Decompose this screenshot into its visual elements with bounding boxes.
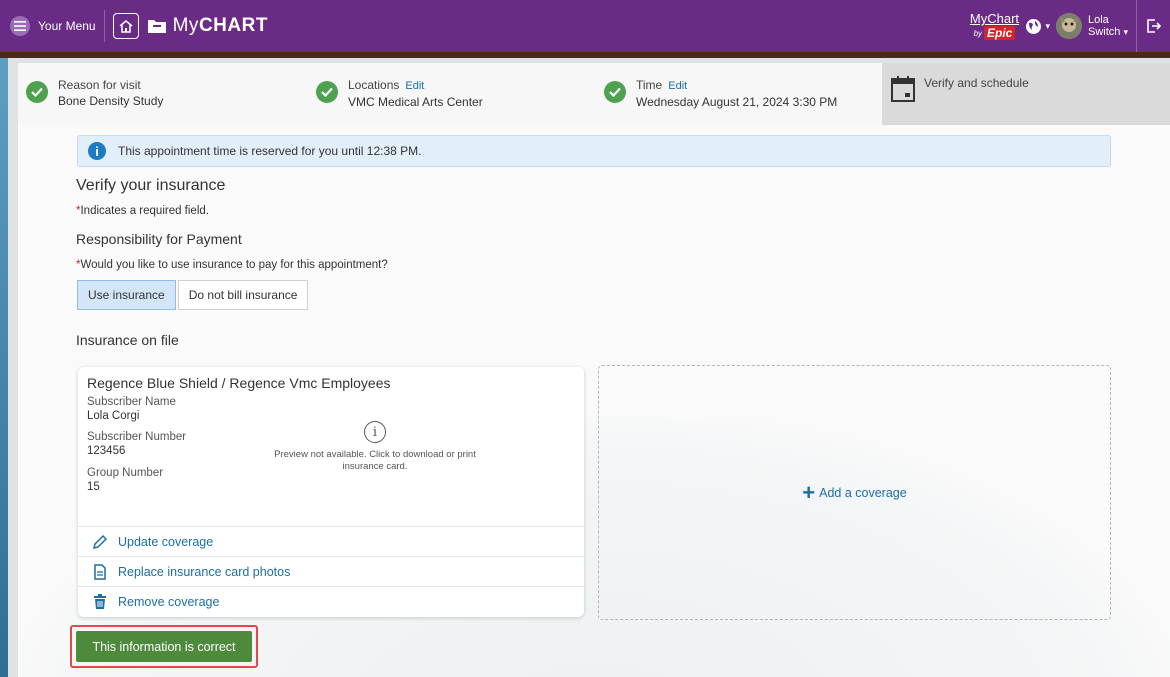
info-icon: i — [88, 142, 106, 160]
home-button[interactable] — [112, 13, 139, 39]
do-not-bill-insurance-button[interactable]: Do not bill insurance — [177, 280, 309, 310]
calendar-icon — [891, 76, 915, 102]
information-correct-button[interactable]: This information is correct — [76, 631, 252, 662]
reservation-text: This appointment time is reserved for yo… — [118, 144, 422, 158]
user-first-line: Lola — [1088, 14, 1109, 26]
checkmark-icon — [26, 81, 48, 103]
step-locations[interactable]: Locations Edit VMC Medical Arts Center — [306, 63, 594, 125]
responsibility-heading: Responsibility for Payment — [76, 231, 242, 247]
edit-locations-link[interactable]: Edit — [405, 80, 424, 92]
epic-logo-top: MyChart — [969, 11, 1020, 26]
subscriber-name-value: Lola Corgi — [87, 410, 140, 422]
required-note: *Indicates a required field. — [76, 205, 209, 217]
user-switch-button[interactable]: Lola Switch ▾ — [1056, 13, 1128, 39]
step-reason-for-visit[interactable]: Reason for visit Bone Density Study — [18, 63, 306, 125]
insurance-on-file-heading: Insurance on file — [76, 332, 179, 348]
replace-card-photos-label: Replace insurance card photos — [118, 564, 291, 579]
add-coverage-area[interactable]: + Add a coverage — [598, 365, 1111, 620]
step-value: Wednesday August 21, 2024 3:30 PM — [636, 95, 838, 109]
insurance-choice: Use insurance Do not bill insurance — [77, 280, 309, 310]
step-time[interactable]: Time Edit Wednesday August 21, 2024 3:30 … — [594, 63, 882, 125]
update-coverage-label: Update coverage — [118, 534, 214, 549]
subscriber-number-value: 123456 — [87, 445, 126, 457]
edit-time-link[interactable]: Edit — [668, 80, 687, 92]
trash-icon — [94, 593, 106, 609]
step-label: Time — [636, 78, 663, 92]
remove-coverage-link[interactable]: Remove coverage — [78, 586, 584, 616]
mychart-logo[interactable]: My CHART — [147, 15, 268, 37]
your-menu-button[interactable]: Your Menu — [6, 10, 105, 42]
group-number-label: Group Number — [87, 467, 164, 479]
header-divider — [0, 52, 1170, 58]
subscriber-number-label: Subscriber Number — [87, 431, 187, 443]
confirm-highlight: This information is correct — [70, 625, 258, 668]
logo-prefix: My — [172, 15, 199, 36]
replace-card-photos-link[interactable]: Replace insurance card photos — [78, 556, 584, 586]
step-label: Reason for visit — [58, 78, 141, 92]
pencil-icon — [92, 534, 108, 549]
logo-suffix: CHART — [198, 15, 268, 36]
hamburger-icon — [10, 16, 30, 36]
preview-text: Preview not available. Click to download… — [274, 449, 476, 472]
group-number-value: 15 — [87, 481, 100, 493]
globe-icon — [1026, 18, 1042, 34]
info-outline-icon: i — [364, 421, 386, 443]
page-title: Verify your insurance — [76, 177, 226, 194]
chevron-down-icon: ▾ — [1045, 20, 1050, 31]
mychart-by-epic-logo: MyChart by Epic — [969, 8, 1020, 44]
checkmark-icon — [604, 81, 626, 103]
top-navigation-bar: Your Menu My CHART MyChart by Epic ▾ Lola… — [0, 0, 1170, 52]
checkmark-icon — [316, 81, 338, 103]
use-insurance-button[interactable]: Use insurance — [77, 280, 176, 310]
chevron-down-icon: ▾ — [1123, 27, 1128, 37]
user-second-line: Switch ▾ — [1088, 26, 1128, 38]
card-preview[interactable]: i Preview not available. Click to downlo… — [260, 421, 490, 473]
step-label: Verify and schedule — [924, 76, 1029, 90]
left-decoration — [0, 58, 8, 677]
reservation-banner: i This appointment time is reserved for … — [77, 135, 1111, 167]
epic-logo-by: by — [973, 28, 983, 38]
plus-icon: + — [802, 479, 816, 505]
step-verify-and-schedule: Verify and schedule — [882, 63, 1170, 125]
step-value: VMC Medical Arts Center — [348, 95, 483, 109]
logout-icon — [1146, 19, 1161, 33]
your-menu-label: Your Menu — [38, 19, 96, 33]
home-icon — [119, 19, 133, 33]
step-value: Bone Density Study — [58, 94, 164, 108]
insurance-question: *Would you like to use insurance to pay … — [76, 259, 388, 271]
main-content: i This appointment time is reserved for … — [18, 125, 1170, 677]
insurance-plan-name: Regence Blue Shield / Regence Vmc Employ… — [87, 375, 391, 391]
document-icon — [94, 563, 106, 580]
logout-button[interactable] — [1136, 0, 1170, 52]
remove-coverage-label: Remove coverage — [118, 594, 220, 609]
add-coverage-label: Add a coverage — [819, 485, 907, 500]
mychart-folder-icon — [147, 20, 166, 33]
step-label: Locations — [348, 78, 400, 92]
avatar — [1056, 13, 1082, 39]
subscriber-name-label: Subscriber Name — [87, 396, 176, 408]
scheduling-steps: Reason for visit Bone Density Study Loca… — [18, 63, 1170, 125]
update-coverage-link[interactable]: Update coverage — [78, 526, 584, 556]
insurance-card: Regence Blue Shield / Regence Vmc Employ… — [78, 367, 584, 617]
language-selector[interactable]: ▾ — [1025, 18, 1050, 35]
epic-logo-word: Epic — [984, 26, 1016, 40]
